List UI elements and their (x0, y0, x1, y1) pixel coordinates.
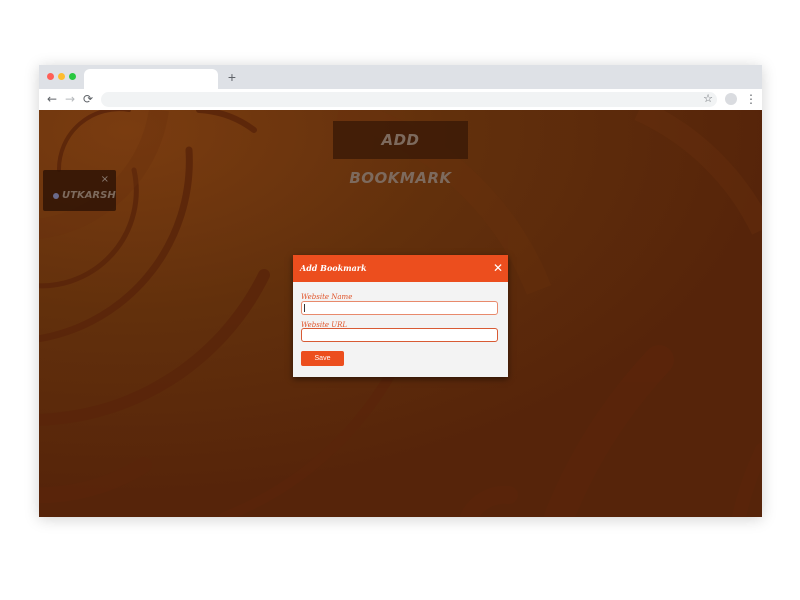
maximize-window-button[interactable] (69, 73, 76, 80)
browser-tab[interactable] (84, 69, 218, 90)
modal-header: Add Bookmark ✕ (293, 255, 508, 282)
new-tab-button[interactable]: + (225, 70, 239, 84)
save-button[interactable]: Save (301, 351, 344, 366)
back-arrow-icon[interactable]: ← (45, 92, 59, 106)
add-bookmark-button[interactable]: ADD BOOKMARK (333, 121, 468, 187)
website-name-input[interactable] (301, 301, 498, 315)
close-icon[interactable]: ✕ (492, 261, 504, 275)
favicon-icon (53, 193, 59, 199)
text-caret (304, 304, 305, 312)
bookmark-card[interactable]: × UTKARSH (43, 170, 116, 211)
kebab-menu-icon[interactable]: ⋮ (745, 92, 757, 106)
modal-title: Add Bookmark (300, 263, 367, 273)
reload-icon[interactable]: ⟳ (81, 92, 95, 106)
minimize-window-button[interactable] (58, 73, 65, 80)
forward-arrow-icon[interactable]: → (63, 92, 77, 106)
bookmark-star-icon[interactable]: ☆ (701, 92, 715, 106)
profile-avatar-icon[interactable] (725, 93, 737, 105)
remove-bookmark-icon[interactable]: × (101, 175, 109, 185)
close-window-button[interactable] (47, 73, 54, 80)
add-bookmark-modal: Add Bookmark ✕ Website Name Website URL … (293, 255, 508, 377)
bookmark-name[interactable]: UTKARSH (62, 189, 116, 202)
browser-window: + ← → ⟳ ☆ ⋮ ADD BOOKMARK × UTKARSH Add B… (39, 65, 762, 517)
page-viewport: ADD BOOKMARK × UTKARSH Add Bookmark ✕ We… (39, 110, 762, 517)
website-url-input[interactable] (301, 328, 498, 342)
address-bar[interactable] (101, 92, 717, 107)
browser-toolbar: ← → ⟳ ☆ ⋮ (39, 89, 762, 111)
tab-bar: + (39, 65, 762, 90)
